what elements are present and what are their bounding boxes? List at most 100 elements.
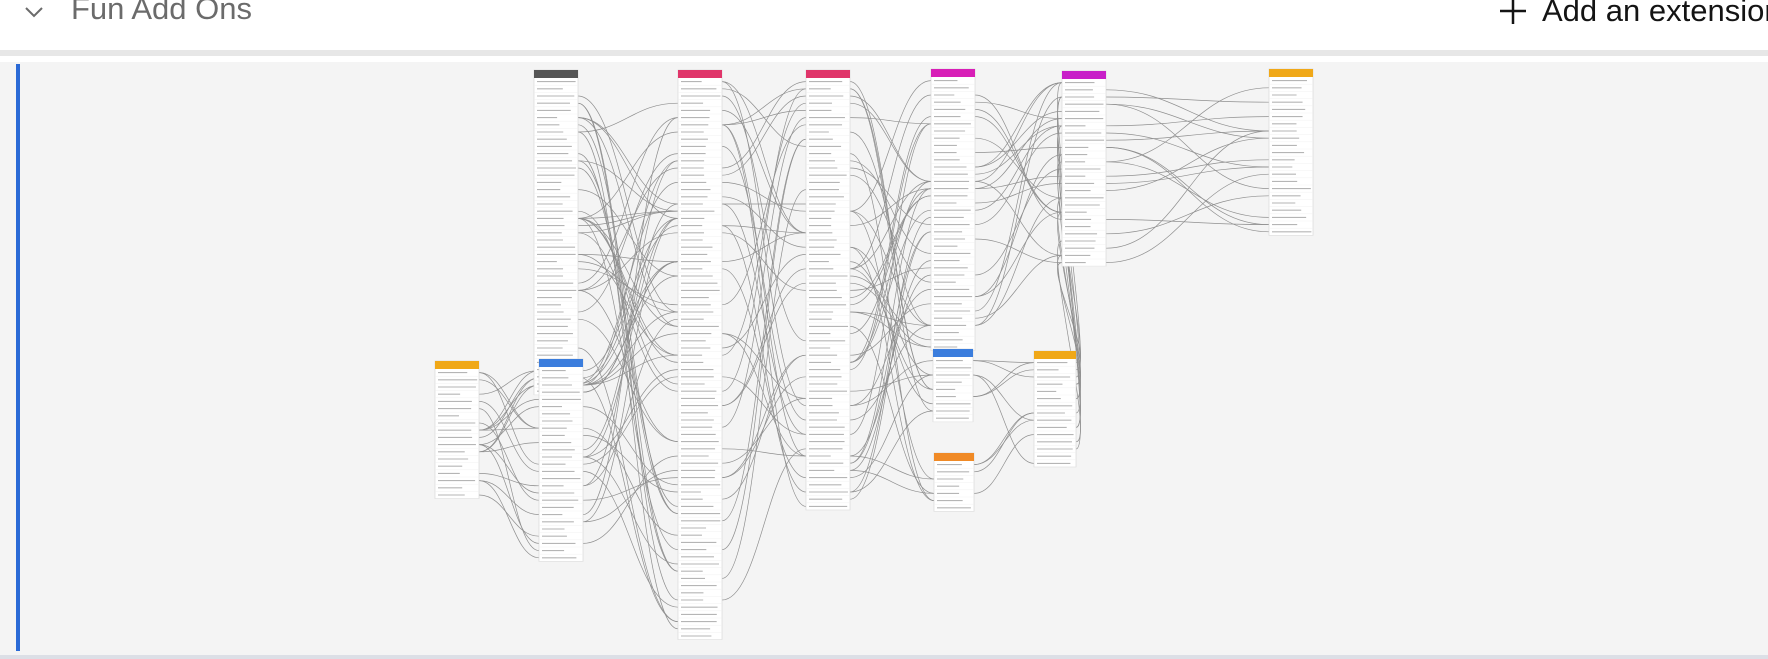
- relationship-line: [972, 374, 1035, 464]
- diagram-table[interactable]: [930, 68, 976, 351]
- relationship-line: [972, 360, 1035, 378]
- relationship-line: [849, 102, 932, 182]
- table-header[interactable]: [1034, 351, 1076, 359]
- section-header: Fun Add Ons Add an extension: [0, 0, 1768, 56]
- diagram-table[interactable]: [1061, 70, 1107, 267]
- table-header[interactable]: [435, 361, 479, 369]
- relationship-line: [972, 369, 1035, 397]
- diagram-table[interactable]: [677, 69, 723, 640]
- diagram-table[interactable]: [1033, 350, 1077, 468]
- relationship-line: [1105, 219, 1270, 225]
- relationship-line: [577, 254, 679, 262]
- relationship-line: [721, 189, 807, 579]
- relationship-line: [974, 82, 1063, 168]
- relationship-line: [577, 290, 679, 442]
- relationship-line: [1105, 147, 1270, 233]
- relationship-line: [582, 471, 679, 608]
- relationship-line: [582, 456, 679, 565]
- table-body: [538, 358, 584, 562]
- relationship-diagram[interactable]: [0, 62, 1768, 659]
- relationship-line: [974, 183, 1063, 204]
- relationship-line: [849, 246, 935, 501]
- relationship-line: [974, 238, 1063, 263]
- relationship-line: [721, 124, 807, 457]
- relationship-line: [478, 370, 540, 395]
- diagram-table[interactable]: [1268, 68, 1314, 236]
- relationship-line: [478, 480, 540, 559]
- relationship-line: [974, 181, 1063, 256]
- table-header[interactable]: [678, 70, 722, 78]
- relationship-line: [721, 225, 807, 493]
- table-header[interactable]: [806, 70, 850, 78]
- table-header[interactable]: [1062, 71, 1106, 79]
- relationship-line: [478, 444, 540, 544]
- relationship-line: [478, 384, 540, 453]
- relationship-line: [973, 434, 1035, 494]
- diagram-table[interactable]: [805, 69, 851, 511]
- relationship-line: [974, 111, 1063, 168]
- relationship-lines: [478, 80, 1270, 630]
- plus-icon: [1500, 0, 1526, 24]
- diagram-table[interactable]: [533, 69, 579, 396]
- table-header[interactable]: [539, 359, 583, 367]
- relationship-line: [582, 470, 679, 523]
- relationship-line: [974, 82, 1063, 182]
- relationship-line: [849, 360, 934, 406]
- relationship-line: [849, 95, 932, 182]
- canvas-bottom-border: [0, 655, 1768, 659]
- relationship-line: [582, 218, 679, 458]
- section-title: Fun Add Ons: [71, 0, 252, 26]
- table-header[interactable]: [1269, 69, 1313, 77]
- relationship-line: [721, 95, 807, 176]
- relationship-line: [974, 82, 1063, 312]
- relationship-line: [1105, 96, 1270, 103]
- relationship-line: [721, 333, 807, 457]
- relationship-line: [974, 168, 1063, 276]
- diagram-table[interactable]: [538, 358, 584, 562]
- relationship-line: [582, 406, 679, 486]
- relationship-line: [849, 195, 932, 306]
- relationship-line: [577, 347, 679, 622]
- relationship-line: [721, 110, 807, 126]
- table-header[interactable]: [534, 70, 578, 78]
- relationship-line: [972, 374, 1035, 421]
- diagram-table[interactable]: [933, 452, 975, 512]
- relationship-line: [1105, 173, 1270, 263]
- relationship-line: [582, 117, 679, 515]
- relationship-line: [973, 419, 1035, 465]
- table-header[interactable]: [933, 349, 973, 357]
- relationship-line: [972, 362, 1035, 397]
- relationship-line: [478, 442, 540, 453]
- relationship-line: [974, 154, 1063, 297]
- relationship-line: [478, 384, 540, 431]
- relationship-line: [974, 255, 1063, 319]
- relationship-line: [721, 182, 807, 212]
- relationship-line: [974, 101, 1063, 119]
- relationship-line: [721, 448, 807, 601]
- relationship-line: [721, 268, 807, 478]
- relationship-line: [478, 494, 540, 537]
- relationship-line: [849, 117, 932, 125]
- relationship-line: [582, 435, 679, 493]
- diagram-canvas[interactable]: [0, 62, 1768, 659]
- diagram-table[interactable]: [434, 360, 480, 499]
- relationship-line: [1105, 132, 1270, 168]
- relationship-line: [577, 232, 679, 291]
- relationship-line: [577, 153, 679, 572]
- relationship-line: [577, 117, 679, 327]
- table-body: [933, 452, 975, 512]
- relationship-line: [577, 95, 679, 313]
- relationship-line: [974, 147, 1063, 153]
- diagram-table[interactable]: [932, 348, 974, 423]
- table-header[interactable]: [934, 453, 974, 461]
- table-header[interactable]: [931, 69, 975, 77]
- add-extension-label: Add an extension: [1542, 0, 1768, 28]
- add-extension-button[interactable]: Add an extension: [1498, 0, 1768, 31]
- relationship-line: [577, 210, 679, 385]
- chevron-down-icon[interactable]: [22, 0, 46, 24]
- relationship-line: [577, 102, 679, 133]
- relationship-line: [721, 254, 807, 349]
- relationship-line: [974, 137, 1063, 199]
- table-body: [1033, 350, 1077, 468]
- relationship-line: [582, 376, 679, 465]
